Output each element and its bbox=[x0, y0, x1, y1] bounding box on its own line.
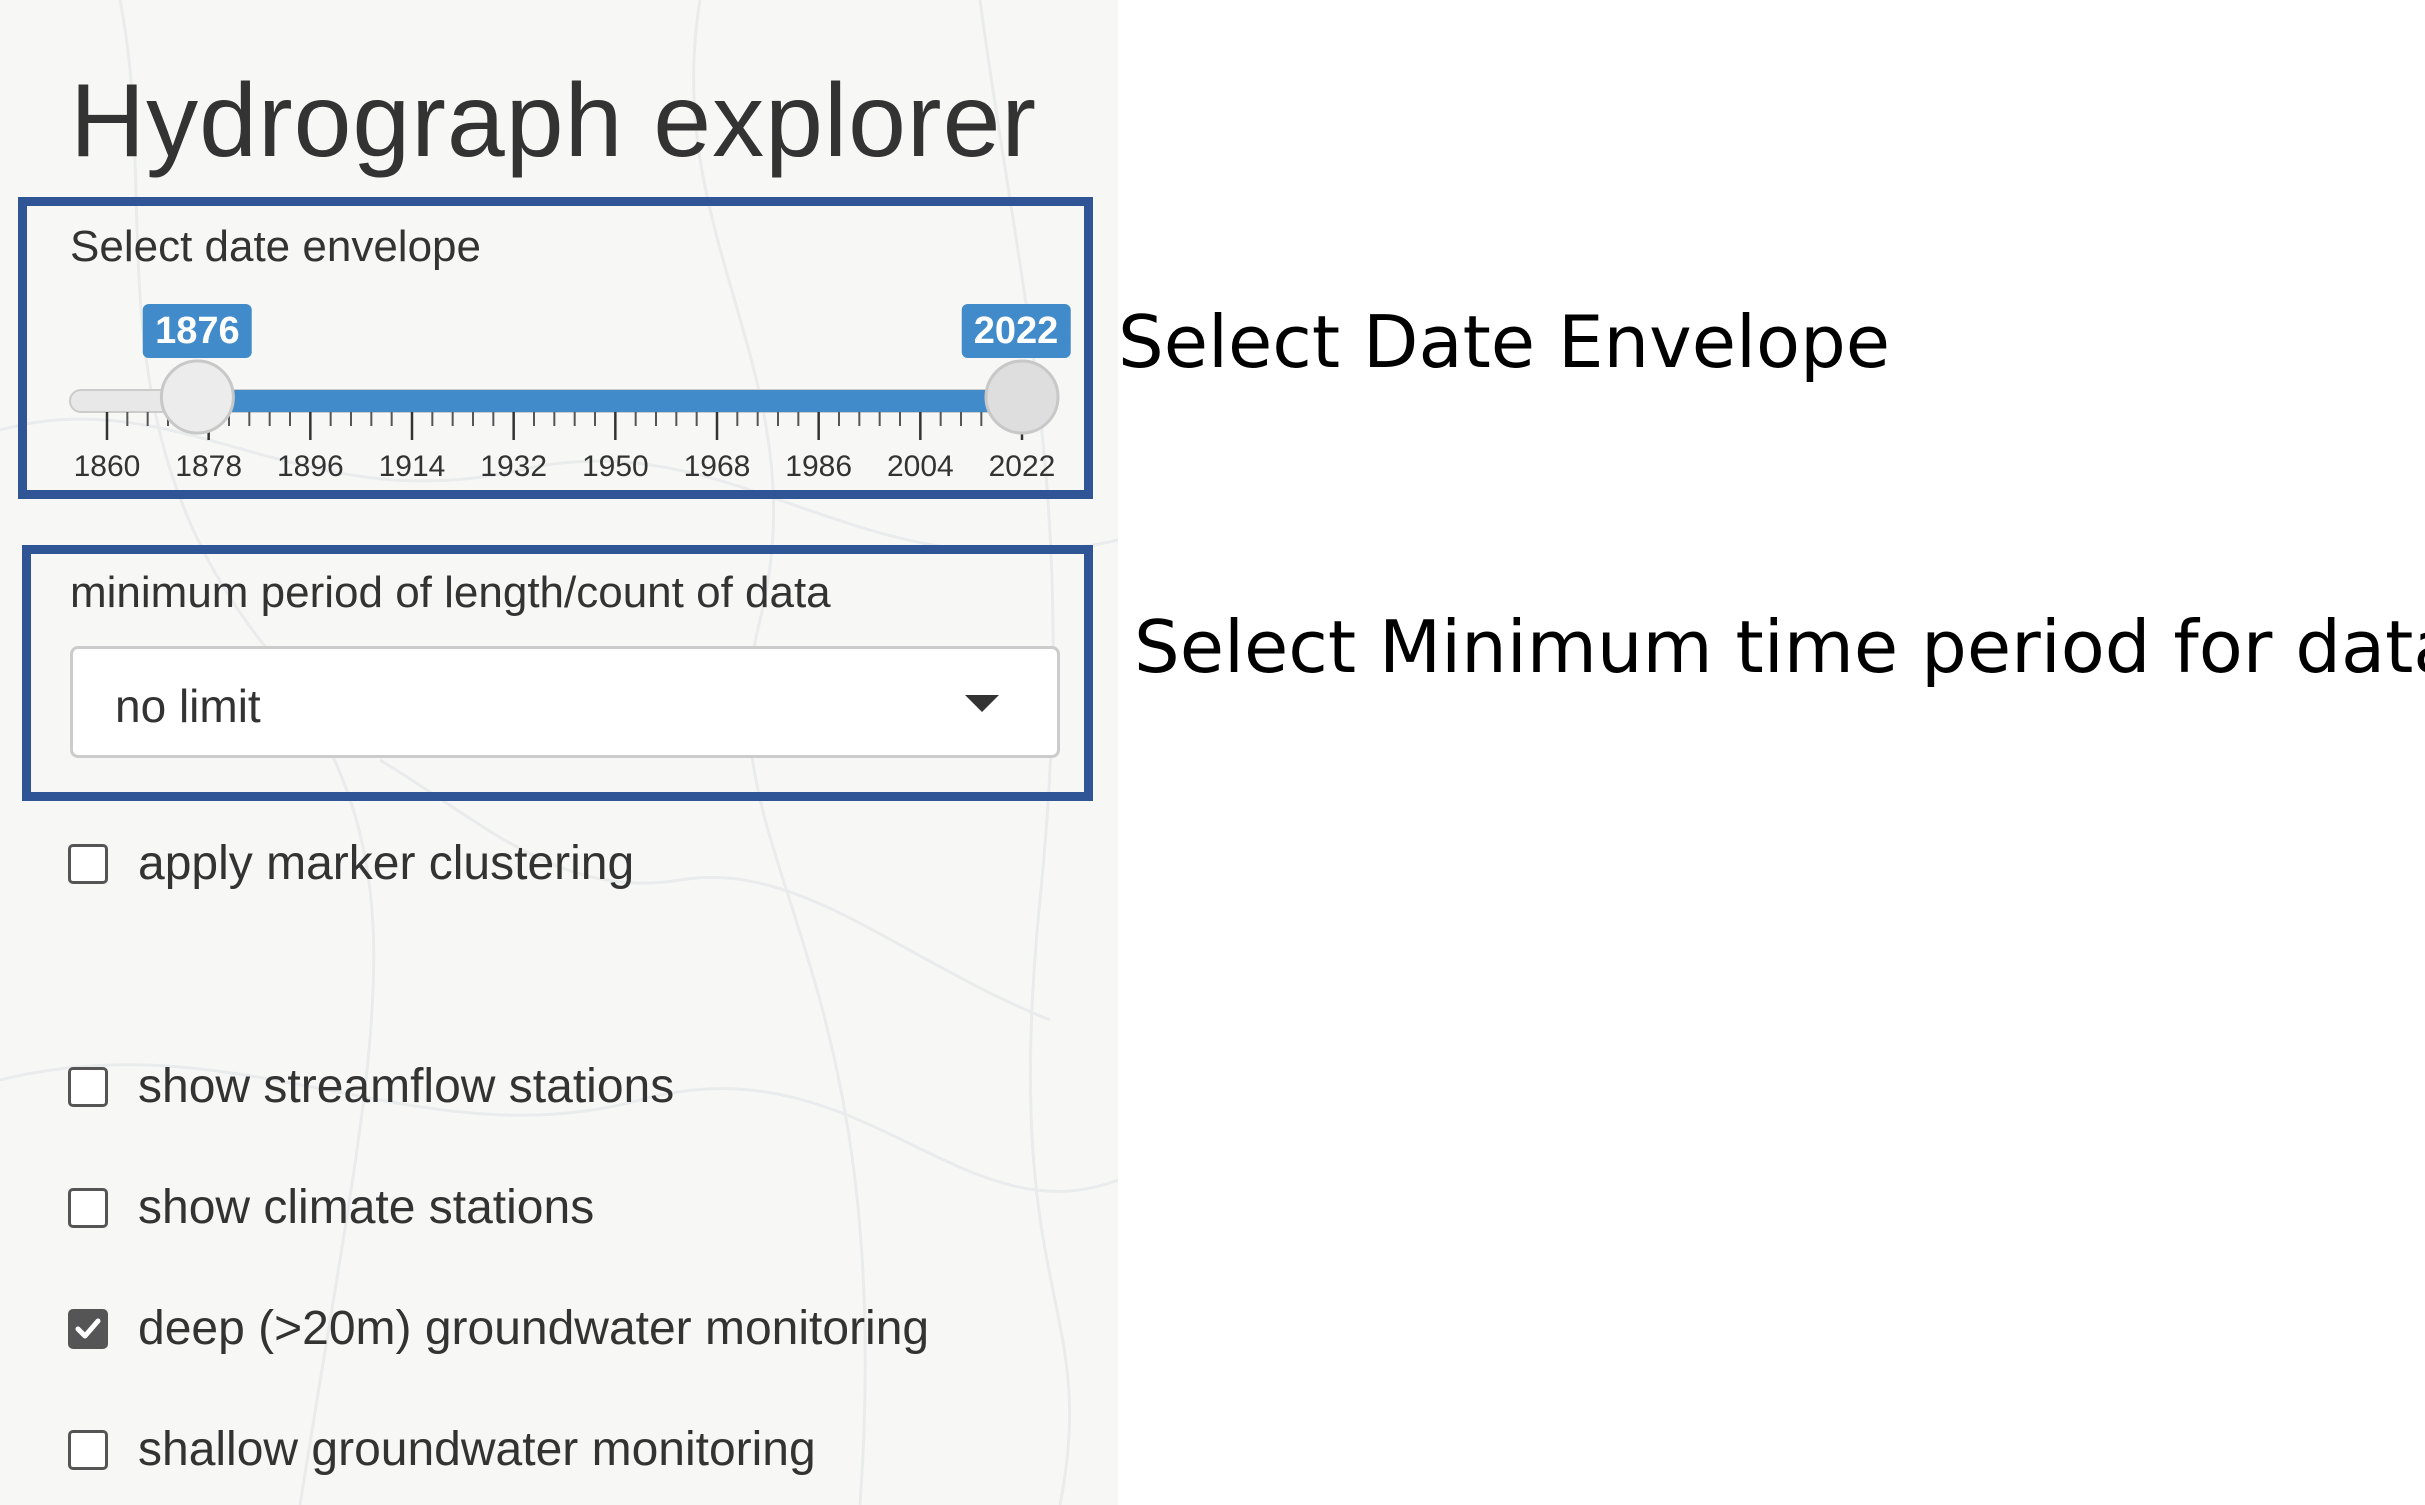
checkbox-label: show climate stations bbox=[138, 1181, 595, 1234]
checkbox-box-checked[interactable] bbox=[68, 1309, 108, 1349]
annotation-min-period: Select Minimum time period for data bbox=[1134, 605, 2425, 689]
checkbox-box[interactable] bbox=[68, 1067, 108, 1107]
checkbox-box[interactable] bbox=[68, 1430, 108, 1470]
checkbox-label: apply marker clustering bbox=[138, 837, 635, 890]
checkbox-label: deep (>20m) groundwater monitoring bbox=[138, 1302, 930, 1355]
annotation-box-min-period bbox=[22, 545, 1093, 801]
page-title: Hydrograph explorer bbox=[70, 63, 1038, 179]
annotation-box-date-envelope bbox=[18, 197, 1093, 499]
checkmark-icon bbox=[75, 1318, 101, 1339]
checkbox-box[interactable] bbox=[68, 1188, 108, 1228]
checkbox-box[interactable] bbox=[68, 844, 108, 884]
annotation-date-envelope: Select Date Envelope bbox=[1118, 300, 1891, 384]
checkbox-label: shallow groundwater monitoring bbox=[138, 1423, 816, 1476]
checkbox-label: show streamflow stations bbox=[138, 1060, 675, 1113]
